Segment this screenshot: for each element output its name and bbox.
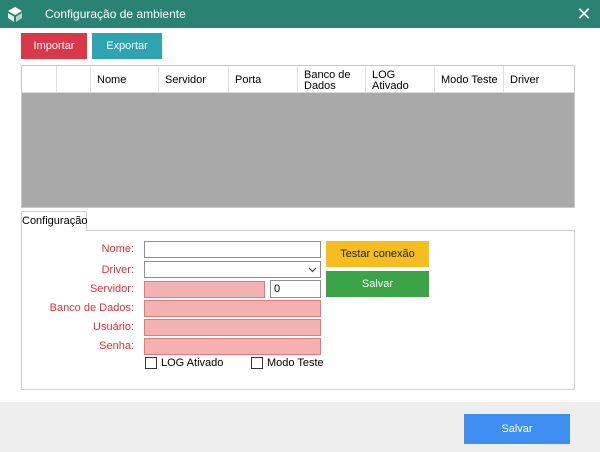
export-button[interactable]: Exportar [92, 33, 162, 59]
save-config-button[interactable]: Salvar [326, 271, 429, 297]
save-button[interactable]: Salvar [464, 414, 570, 444]
usuario-field[interactable] [144, 319, 321, 336]
banco-field[interactable] [144, 300, 321, 317]
usuario-label: Usuário: [93, 321, 134, 333]
app-logo-icon [8, 7, 22, 22]
grid-col-porta[interactable]: Porta [229, 66, 298, 93]
grid-col-select[interactable] [22, 66, 57, 93]
grid-col-action[interactable] [57, 66, 91, 93]
test-mode-label: Modo Teste [267, 357, 324, 369]
grid-col-modo-teste[interactable]: Modo Teste [435, 66, 504, 93]
senha-label: Senha: [99, 340, 134, 352]
driver-label: Driver: [101, 264, 134, 276]
test-connection-button[interactable]: Testar conexão [326, 241, 429, 267]
driver-select[interactable] [144, 261, 321, 278]
test-mode-checkbox[interactable] [251, 357, 263, 369]
grid-col-log[interactable]: LOG Ativado [366, 66, 435, 93]
log-label: LOG Ativado [161, 357, 224, 369]
tab-configuracao[interactable]: Configuração [21, 211, 87, 231]
nome-label: Nome: [101, 243, 134, 255]
banco-label: Banco de Dados: [49, 302, 134, 314]
nome-field[interactable] [144, 241, 321, 258]
window-title: Configuração de ambiente [45, 7, 186, 21]
environment-grid[interactable]: Nome Servidor Porta Banco de Dados LOG A… [21, 65, 575, 208]
grid-col-banco[interactable]: Banco de Dados [298, 66, 366, 93]
title-bar: Configuração de ambiente ✕ [0, 0, 600, 28]
grid-col-servidor[interactable]: Servidor [159, 66, 229, 93]
servidor-field[interactable] [144, 281, 265, 298]
grid-col-driver[interactable]: Driver [504, 66, 574, 93]
servidor-label: Servidor: [89, 283, 134, 295]
grid-header: Nome Servidor Porta Banco de Dados LOG A… [22, 66, 574, 93]
grid-col-nome[interactable]: Nome [91, 66, 159, 93]
chevron-down-icon [308, 262, 317, 273]
porta-field[interactable]: 0 [270, 280, 321, 298]
import-button[interactable]: Importar [21, 33, 87, 59]
log-checkbox[interactable] [145, 357, 157, 369]
close-icon[interactable]: ✕ [572, 3, 596, 25]
senha-field[interactable] [144, 338, 321, 355]
